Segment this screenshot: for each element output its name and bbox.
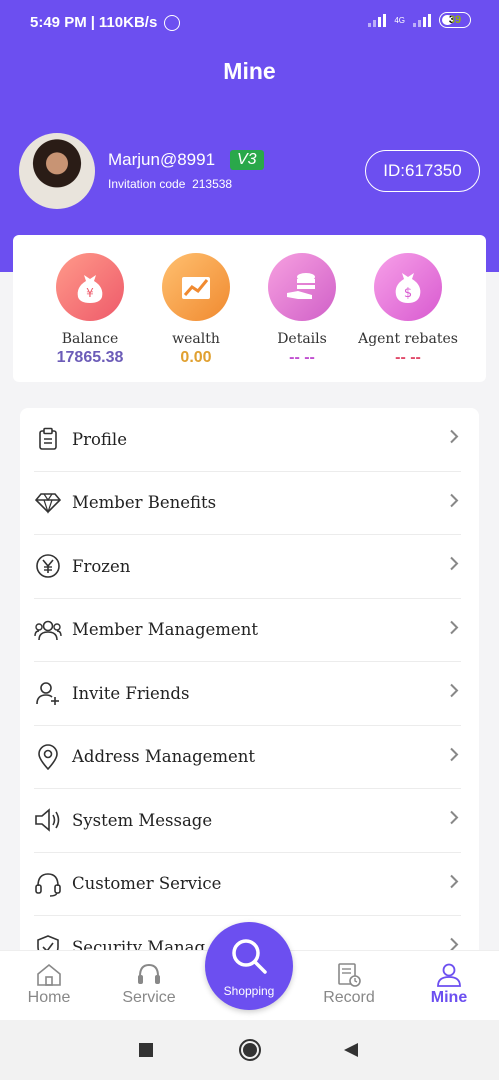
whatsapp-icon: [164, 14, 181, 31]
menu-item-system-message[interactable]: System Message: [34, 789, 461, 853]
chevron-right-icon: [449, 683, 459, 704]
nav-home[interactable]: Home: [9, 961, 89, 1007]
user-icon: [409, 961, 489, 989]
menu-item-member-benefits[interactable]: Member Benefits: [34, 472, 461, 535]
menu-item-customer-service[interactable]: Customer Service: [34, 853, 461, 916]
status-time: 5:49 PM: [30, 14, 87, 31]
user-id-button[interactable]: ID:617350: [365, 150, 480, 192]
menu-item-frozen[interactable]: Frozen: [34, 535, 461, 599]
growth-chart-icon: [162, 253, 230, 321]
coins-hand-icon: [268, 253, 336, 321]
dollar-bag-icon: $: [374, 253, 442, 321]
stats-card: ¥ Balance 17865.38 wealth 0.00 Details -…: [13, 235, 486, 382]
back-button[interactable]: [343, 1042, 359, 1063]
svg-text:¥: ¥: [86, 286, 94, 300]
stat-balance[interactable]: ¥ Balance 17865.38: [30, 253, 150, 367]
menu-item-member-management[interactable]: Member Management: [34, 599, 461, 662]
menu-list: Profile Member Benefits Frozen Member Ma…: [20, 408, 479, 968]
invitation-code: Invitation code 213538: [108, 177, 233, 191]
headset-icon: [34, 870, 62, 898]
speaker-icon: [34, 806, 62, 834]
avatar[interactable]: [19, 133, 95, 209]
stat-wealth[interactable]: wealth 0.00: [136, 253, 256, 367]
user-plus-icon: [34, 679, 62, 707]
headset-icon: [109, 961, 189, 989]
money-bag-icon: ¥: [56, 253, 124, 321]
signal-icon-2: [413, 13, 431, 27]
location-pin-icon: [34, 743, 62, 771]
nav-record[interactable]: Record: [309, 961, 389, 1007]
chevron-right-icon: [449, 619, 459, 640]
signal-icon: [368, 13, 387, 27]
home-button[interactable]: [238, 1038, 262, 1067]
yen-circle-icon: [34, 552, 62, 580]
stat-details[interactable]: Details -- --: [242, 253, 362, 367]
chevron-right-icon: [449, 556, 459, 577]
recents-button[interactable]: [138, 1042, 154, 1063]
search-icon: [232, 939, 267, 974]
record-document-icon: [309, 961, 389, 989]
chevron-right-icon: [449, 492, 459, 513]
status-speed: 110KB/s: [98, 14, 158, 31]
chevron-right-icon: [449, 810, 459, 831]
status-bar: 5:49 PM | 110KB/s 4G 39: [0, 0, 499, 44]
system-navigation-bar: [0, 1020, 499, 1080]
username: Marjun@8991: [108, 150, 216, 169]
diamond-icon: [34, 489, 62, 517]
nav-service[interactable]: Service: [109, 961, 189, 1007]
shopping-button[interactable]: Shopping: [205, 922, 293, 1010]
page-title: Mine: [223, 58, 276, 84]
menu-item-profile[interactable]: Profile: [34, 408, 461, 472]
svg-text:$: $: [404, 286, 412, 301]
chevron-right-icon: [449, 429, 459, 450]
home-icon: [9, 961, 89, 989]
chevron-right-icon: [449, 746, 459, 767]
users-icon: [34, 616, 62, 644]
menu-item-invite-friends[interactable]: Invite Friends: [34, 662, 461, 726]
stat-agent-rebates[interactable]: $ Agent rebates -- --: [348, 253, 468, 367]
vip-level-badge: V3: [230, 150, 264, 170]
chevron-right-icon: [449, 873, 459, 894]
menu-item-address-management[interactable]: Address Management: [34, 726, 461, 789]
clipboard-icon: [34, 425, 62, 453]
battery-icon: 39: [439, 12, 471, 28]
nav-mine[interactable]: Mine: [409, 961, 489, 1007]
network-type: 4G: [394, 15, 405, 25]
